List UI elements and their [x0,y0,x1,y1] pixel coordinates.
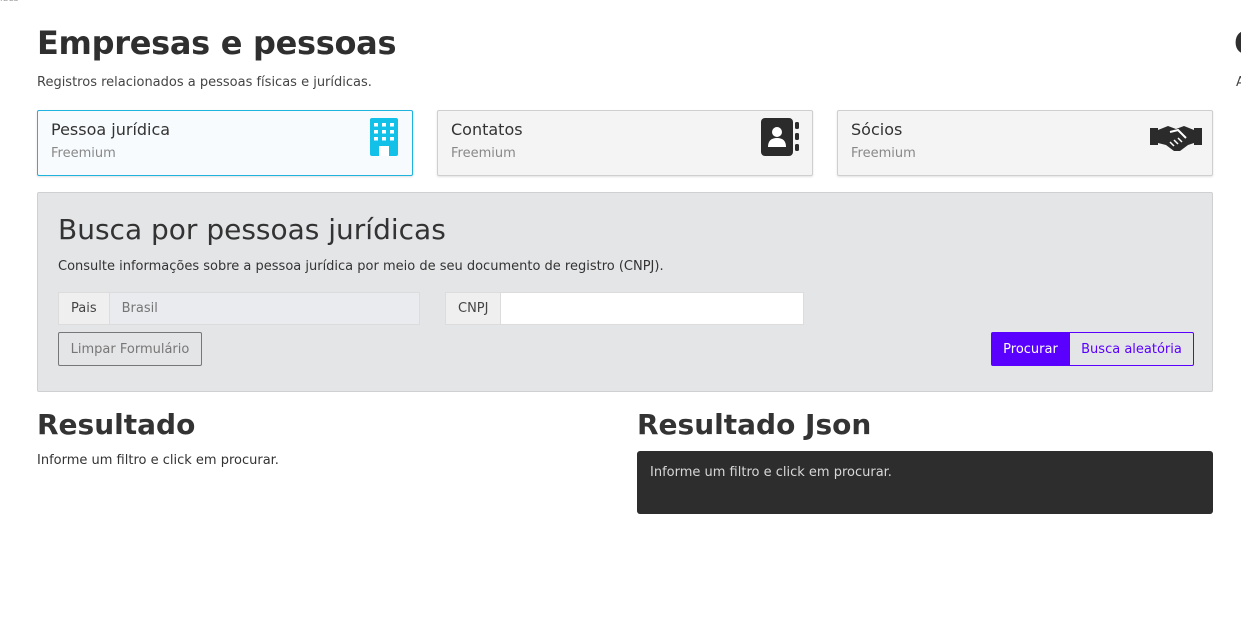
building-icon [370,118,398,156]
country-input[interactable] [108,292,420,325]
cnpj-label: CNPJ [445,292,501,325]
card-pessoa-juridica[interactable]: Pessoa jurídica Freemium [37,110,413,176]
card-title: Sócios [851,120,903,139]
category-cards: Pessoa jurídica Freemium Contatos Freemi… [37,110,1213,176]
page-title: Empresas e pessoas [37,24,397,62]
search-description: Consulte informações sobre a pessoa jurí… [58,259,664,274]
country-label: Pais [58,292,109,325]
json-result-text: Informe um filtro e click em procurar. [650,465,892,480]
search-title: Busca por pessoas jurídicas [58,213,446,246]
cnpj-field-group: CNPJ [445,292,806,325]
address-book-icon [761,118,799,156]
clear-form-button[interactable]: Limpar Formulário [58,332,202,366]
search-panel: Busca por pessoas jurídicas Consulte inf… [37,192,1213,392]
card-title: Contatos [451,120,523,139]
card-subtitle: Freemium [851,146,916,161]
search-button-group: Procurar Busca aleatória [991,332,1194,366]
card-subtitle: Freemium [51,146,116,161]
result-text: Informe um filtro e click em procurar. [37,453,279,468]
result-title: Resultado [37,408,196,441]
cnpj-input[interactable] [500,292,805,325]
country-field-group: Pais [58,292,420,325]
card-socios[interactable]: Sócios Freemium [837,110,1213,176]
page: ides Empresas e pessoas Registros relaci… [0,0,1241,621]
clipped-heading: C [1234,24,1241,62]
card-title: Pessoa jurídica [51,120,171,139]
clipped-text: A [1236,75,1241,90]
card-contatos[interactable]: Contatos Freemium [437,110,813,176]
top-crumb: ides [0,0,18,4]
json-result-title: Resultado Json [637,408,872,441]
handshake-icon [1150,126,1202,151]
card-subtitle: Freemium [451,146,516,161]
search-button[interactable]: Procurar [991,332,1070,366]
page-subtitle: Registros relacionados a pessoas físicas… [37,75,372,90]
json-result-box: Informe um filtro e click em procurar. [637,451,1213,514]
random-search-button[interactable]: Busca aleatória [1070,332,1194,366]
